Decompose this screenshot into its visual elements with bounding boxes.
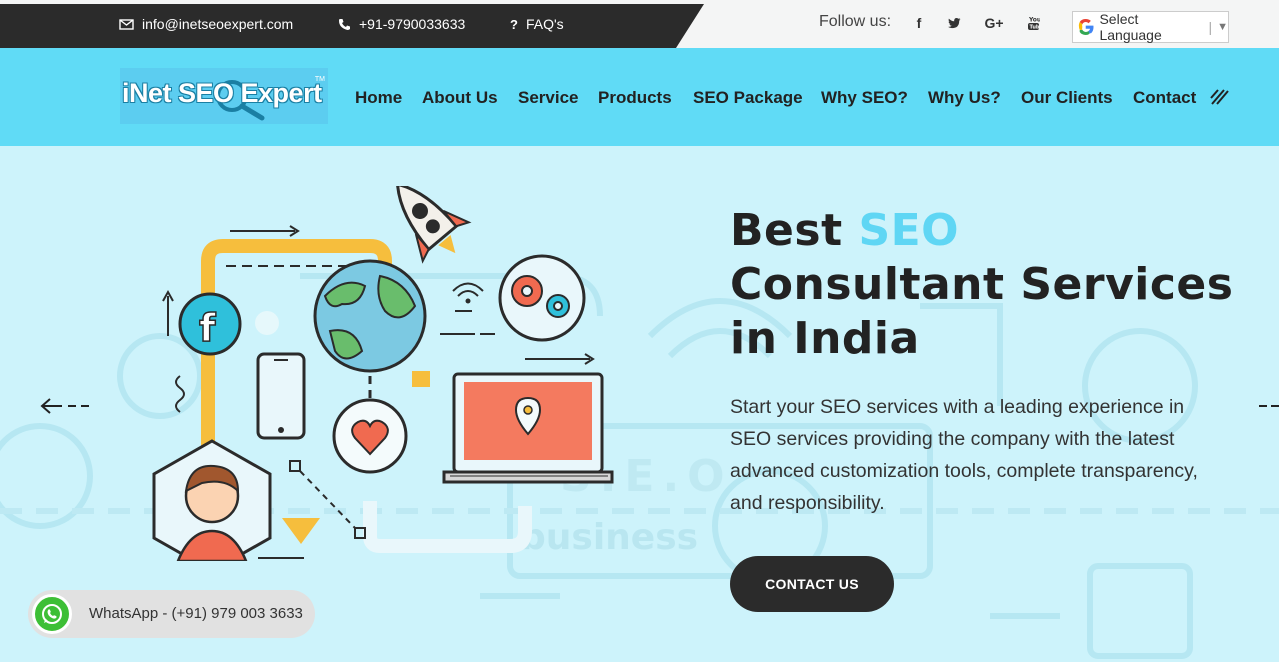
twitter-icon[interactable]: [944, 14, 964, 32]
nav-our-clients[interactable]: Our Clients: [1021, 88, 1113, 108]
hero-slider: business S.E.O f Best SEO Consultant Ser…: [0, 146, 1279, 662]
site-logo[interactable]: iNet SEO Expert TM: [120, 68, 328, 124]
logo-text: iNet SEO Expert: [122, 78, 322, 108]
language-select-label: Select Language: [1099, 11, 1162, 43]
hero-headline: Best SEO Consultant Services in India: [730, 204, 1233, 366]
slider-prev-arrow-icon[interactable]: [40, 396, 90, 422]
contact-strip: info@inetseoexpert.com +91-9790033633 ? …: [0, 4, 704, 48]
nav-seo-package[interactable]: SEO Package: [693, 88, 803, 108]
seo-illustration: f: [152, 186, 614, 561]
nav-home[interactable]: Home: [355, 88, 402, 108]
whatsapp-chat-button[interactable]: WhatsApp - (+91) 979 003 3633: [28, 590, 315, 638]
nav-why-seo[interactable]: Why SEO?: [821, 88, 908, 108]
phone-icon: [339, 18, 350, 30]
follow-label: Follow us:: [819, 13, 892, 30]
chevron-down-icon: ▼: [1217, 21, 1228, 33]
slider-next-arrow-icon[interactable]: [1258, 396, 1279, 422]
phone-link[interactable]: +91-9790033633: [338, 4, 465, 44]
main-header: iNet SEO Expert TM Home About Us Service…: [0, 48, 1279, 146]
faq-link[interactable]: ? FAQ's: [510, 4, 564, 44]
google-plus-icon[interactable]: G+: [982, 14, 1006, 32]
svg-text:Tube: Tube: [1029, 24, 1040, 30]
svg-text:f: f: [199, 306, 216, 350]
nav-about-us[interactable]: About Us: [422, 88, 498, 108]
headline-line-3: in India: [730, 313, 920, 364]
contact-us-button[interactable]: CONTACT US: [730, 556, 894, 612]
headline-accent-seo: SEO: [858, 205, 960, 256]
youtube-icon[interactable]: TubeYou: [1023, 14, 1043, 32]
menu-toggle-icon[interactable]: [1210, 88, 1230, 106]
language-select[interactable]: Select Language | ▼: [1072, 11, 1229, 43]
phone-text: +91-9790033633: [359, 16, 466, 32]
google-icon: [1078, 19, 1094, 35]
whatsapp-icon: [32, 594, 72, 634]
language-select-divider: |: [1208, 19, 1213, 35]
email-link[interactable]: info@inetseoexpert.com: [119, 4, 293, 44]
nav-contact[interactable]: Contact: [1133, 88, 1196, 108]
hero-description: Start your SEO services with a leading e…: [730, 396, 1198, 514]
question-icon: ?: [510, 16, 518, 32]
top-bar: info@inetseoexpert.com +91-9790033633 ? …: [0, 0, 1279, 48]
logo-trademark: TM: [314, 76, 325, 83]
whatsapp-label: WhatsApp - (+91) 979 003 3633: [89, 605, 303, 622]
facebook-icon[interactable]: f: [909, 14, 929, 32]
email-text: info@inetseoexpert.com: [142, 16, 294, 32]
headline-line-1: Best SEO: [730, 204, 1233, 258]
envelope-icon: [119, 18, 134, 30]
nav-why-us[interactable]: Why Us?: [928, 88, 1001, 108]
headline-line-2: Consultant Services: [730, 259, 1234, 310]
nav-service[interactable]: Service: [518, 88, 579, 108]
faq-text: FAQ's: [525, 16, 564, 32]
headline-word-best: Best: [730, 205, 843, 256]
svg-text:You: You: [1028, 16, 1040, 23]
nav-products[interactable]: Products: [598, 88, 672, 108]
